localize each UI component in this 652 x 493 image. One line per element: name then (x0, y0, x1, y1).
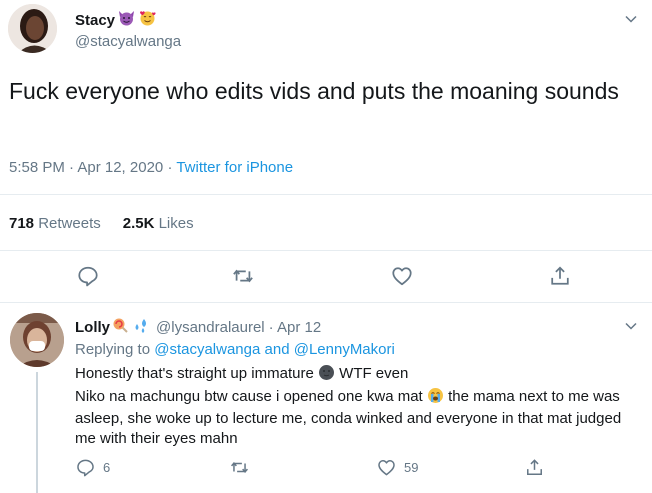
retweet-icon[interactable] (232, 265, 254, 287)
share-icon[interactable] (549, 265, 571, 287)
reply-text-segment: Honestly that's straight up immature (75, 365, 314, 382)
likes-stat[interactable]: 2.5K Likes (123, 215, 194, 232)
reply-icon[interactable] (76, 458, 95, 477)
reply-text-segment: Niko na machungu btw cause i opened one … (75, 387, 423, 405)
meta-separator: · (167, 159, 173, 176)
smiling-face-with-hearts-icon (138, 9, 157, 31)
tweet-text: Fuck everyone who edits vids and puts th… (9, 78, 619, 104)
reply-text: Honestly that's straight up immature WTF… (75, 364, 635, 448)
reply-reply-action[interactable]: 6 (76, 458, 110, 477)
likes-count: 2.5K (122, 215, 155, 232)
reply-author-handle[interactable]: @lysandralaurel (156, 319, 265, 336)
lollipop-icon (112, 317, 129, 338)
tweet-timestamp[interactable]: 5:58 PM · Apr 12, 2020 (9, 159, 163, 176)
author-display-name[interactable]: Stacy (75, 12, 115, 29)
retweets-label: Retweets (38, 215, 101, 232)
replying-to: Replying to @stacyalwanga and @LennyMako… (75, 341, 395, 358)
author-handle[interactable]: @stacyalwanga (75, 33, 181, 50)
retweets-count: 718 (9, 215, 35, 232)
reply-icon[interactable] (77, 265, 99, 287)
replying-to-user-link[interactable]: @LennyMakori (294, 341, 395, 358)
reply-text-segment: WTF even (339, 365, 409, 382)
like-icon[interactable] (377, 458, 396, 477)
reply-author-avatar[interactable] (10, 313, 64, 367)
tweet-source-link[interactable]: Twitter for iPhone (176, 159, 293, 176)
reply-author-name[interactable]: Lolly (75, 319, 110, 336)
retweet-icon[interactable] (230, 458, 249, 477)
new-moon-face-icon (318, 364, 335, 387)
reply-share-action[interactable] (525, 458, 544, 477)
loudly-crying-face-icon (427, 387, 444, 410)
divider (0, 250, 652, 251)
reply-header: Lolly @lysandralaurel · Apr 12 (75, 317, 321, 338)
retweets-stat[interactable]: 718 Retweets (9, 215, 101, 232)
author-name-row[interactable]: Stacy (75, 9, 157, 31)
tweet-stats: 718 Retweets 2.5K Likes (9, 215, 194, 232)
author-avatar[interactable] (8, 4, 57, 53)
reply-count: 6 (103, 460, 111, 475)
divider (0, 302, 652, 303)
replying-to-and: and (264, 341, 290, 358)
tweet-meta: 5:58 PM · Apr 12, 2020 · Twitter for iPh… (9, 159, 293, 176)
chevron-down-icon[interactable] (624, 12, 638, 26)
like-icon[interactable] (391, 265, 413, 287)
like-count: 59 (404, 460, 419, 475)
reply-date[interactable]: · Apr 12 (269, 319, 322, 336)
reply-like-action[interactable]: 59 (377, 458, 418, 477)
sweat-droplets-icon (131, 317, 150, 338)
divider (0, 194, 652, 195)
smiling-imp-icon (117, 9, 136, 31)
share-icon[interactable] (525, 458, 544, 477)
replying-to-label: Replying to (75, 341, 151, 358)
reply-retweet-action[interactable] (230, 458, 249, 477)
likes-label: Likes (158, 215, 194, 232)
replying-to-user-link[interactable]: @stacyalwanga (154, 341, 260, 358)
chevron-down-icon[interactable] (624, 319, 638, 333)
thread-line (36, 372, 38, 493)
